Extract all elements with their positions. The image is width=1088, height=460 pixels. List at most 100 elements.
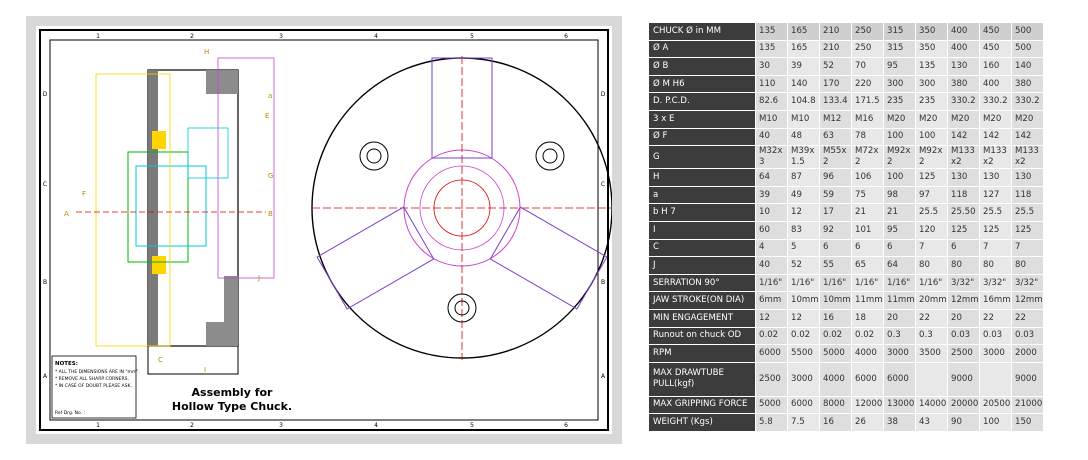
- spec-cell: 220: [851, 74, 884, 94]
- spec-cell: M20: [915, 109, 948, 129]
- spec-cell: 135: [755, 39, 788, 59]
- spec-cell: 6mm: [755, 291, 788, 310]
- note-3: * IN CASE OF DOUBT PLEASE ASK.: [55, 383, 132, 389]
- spec-row-label: MAX GRIPPING FORCE: [648, 395, 756, 415]
- spec-cell: 64: [883, 256, 916, 275]
- spec-cell: 11mm: [883, 291, 916, 310]
- spec-cell: 0.02: [851, 326, 884, 346]
- spec-cell: M92x2: [883, 145, 916, 170]
- spec-row-label: MIN ENGAGEMENT: [648, 308, 756, 328]
- spec-cell: 7: [915, 238, 948, 258]
- grid-row-right-b: B: [601, 279, 605, 286]
- spec-cell: 13000: [883, 395, 916, 415]
- spec-row: Ø M H6 110 140 170 220 300 300 380 400 380: [648, 74, 1044, 94]
- spec-cell: 118: [947, 185, 980, 205]
- spec-cell: 0.3: [883, 326, 916, 346]
- spec-cell: 25.50: [947, 203, 980, 222]
- spec-row-label: CHUCK Ø in MM: [648, 22, 756, 41]
- grid-row-right-d: D: [601, 91, 606, 98]
- spec-row: CHUCK Ø in MM 135 165 210 250 315 350 400 450 500: [648, 22, 1044, 41]
- spec-row-label: Ø B: [648, 57, 756, 76]
- dim-label-g: G: [268, 172, 273, 180]
- spec-cell: [915, 361, 948, 397]
- grid-col-top-3: 3: [279, 33, 283, 40]
- spec-cell: 4000: [819, 361, 852, 397]
- dim-label-b: B: [268, 210, 273, 218]
- spec-row-label: RPM: [648, 344, 756, 363]
- spec-cell: 12000: [851, 395, 884, 415]
- spec-cell: 25.5: [915, 203, 948, 222]
- spec-cell: 7: [979, 238, 1012, 258]
- spec-cell: 250: [851, 22, 884, 41]
- dim-label-j: J: [257, 274, 260, 282]
- spec-cell: 1/16": [787, 273, 820, 293]
- spec-cell: 450: [979, 39, 1012, 59]
- spec-cell: 6: [819, 238, 852, 258]
- spec-cell: 1/16": [755, 273, 788, 293]
- spec-cell: M10: [755, 109, 788, 129]
- spec-row: b H 7 10 12 17 21 21 25.5 25.50 25.5 25.5: [648, 203, 1044, 222]
- chuck-assembly-drawing: 123456 123456 DCBA DCBA H E C I a J G B …: [36, 26, 612, 434]
- spec-cell: 235: [883, 92, 916, 111]
- grid-col-bottom-5: 5: [470, 422, 474, 429]
- spec-cell: 12: [787, 203, 820, 222]
- spec-cell: 104.8: [787, 92, 820, 111]
- spec-cell: 3500: [915, 344, 948, 363]
- spec-cell: 95: [883, 57, 916, 76]
- spec-cell: 250: [851, 39, 884, 59]
- spec-cell: M39x1.5: [787, 145, 820, 170]
- spec-cell: 106: [851, 168, 884, 187]
- dim-label-h: H: [204, 48, 209, 56]
- spec-cell: 22: [1011, 308, 1044, 328]
- spec-cell: 3/32": [1011, 273, 1044, 293]
- spec-cell: 80: [979, 256, 1012, 275]
- spec-row: a 39 49 59 75 98 97 118 127 118: [648, 185, 1044, 205]
- grid-row-left-b: B: [43, 279, 47, 286]
- spec-cell: M133x2: [1011, 145, 1044, 170]
- grid-col-bottom-6: 6: [564, 422, 568, 429]
- spec-cell: 140: [787, 74, 820, 94]
- spec-row-label: Ø M H6: [648, 74, 756, 94]
- spec-cell: 160: [979, 57, 1012, 76]
- spec-cell: 25.5: [979, 203, 1012, 222]
- spec-row-label: MAX DRAWTUBE PULL(kgf): [648, 361, 756, 397]
- grid-col-top-1: 1: [96, 33, 100, 40]
- spec-row-label: I: [648, 220, 756, 240]
- spec-cell: 500: [1011, 22, 1044, 41]
- spec-cell: 0.03: [979, 326, 1012, 346]
- spec-cell: 40: [755, 127, 788, 147]
- grid-col-bottom-4: 4: [374, 422, 378, 429]
- spec-cell: 82.6: [755, 92, 788, 111]
- spec-cell: 130: [1011, 168, 1044, 187]
- spec-cell: M20: [947, 109, 980, 129]
- spec-cell: M32x3: [755, 145, 788, 170]
- spec-cell: 2500: [947, 344, 980, 363]
- spec-cell: 48: [787, 127, 820, 147]
- spec-row: G M32x3 M39x1.5 M55x2 M72x2 M92x2 M92x2 M133x2 M…: [648, 145, 1044, 170]
- spec-cell: 12: [755, 308, 788, 328]
- spec-cell: 78: [851, 127, 884, 147]
- spec-cell: 97: [915, 185, 948, 205]
- note-1: * ALL THE DIMENSIONS ARE IN "mm".: [55, 369, 140, 375]
- spec-row: WEIGHT (Kgs) 5.8 7.5 16 26 38 43 90 100 150: [648, 413, 1044, 432]
- spec-row: Ø A 135 165 210 250 315 350 400 450 500: [648, 39, 1044, 59]
- spec-cell: 315: [883, 22, 916, 41]
- spec-cell: 90: [947, 413, 980, 432]
- spec-cell: 4: [755, 238, 788, 258]
- spec-cell: 0.03: [947, 326, 980, 346]
- spec-cell: 0.02: [787, 326, 820, 346]
- spec-cell: 500: [1011, 39, 1044, 59]
- spec-cell: 3000: [979, 344, 1012, 363]
- spec-cell: 96: [819, 168, 852, 187]
- spec-row: Runout on chuck OD 0.02 0.02 0.02 0.02 0.3 0.3…: [648, 326, 1044, 346]
- spec-row: J 40 52 55 65 64 80 80 80 80: [648, 256, 1044, 275]
- spec-cell: 10: [755, 203, 788, 222]
- body-wall-section: [148, 70, 158, 346]
- spec-row: MAX GRIPPING FORCE 5000 6000 8000 12000 13000…: [648, 395, 1044, 415]
- spec-cell: 6: [947, 238, 980, 258]
- spec-cell: 1/16": [851, 273, 884, 293]
- spec-cell: 118: [1011, 185, 1044, 205]
- grid-col-bottom-1: 1: [96, 422, 100, 429]
- spec-cell: 70: [851, 57, 884, 76]
- grid-row-right-c: C: [601, 181, 605, 188]
